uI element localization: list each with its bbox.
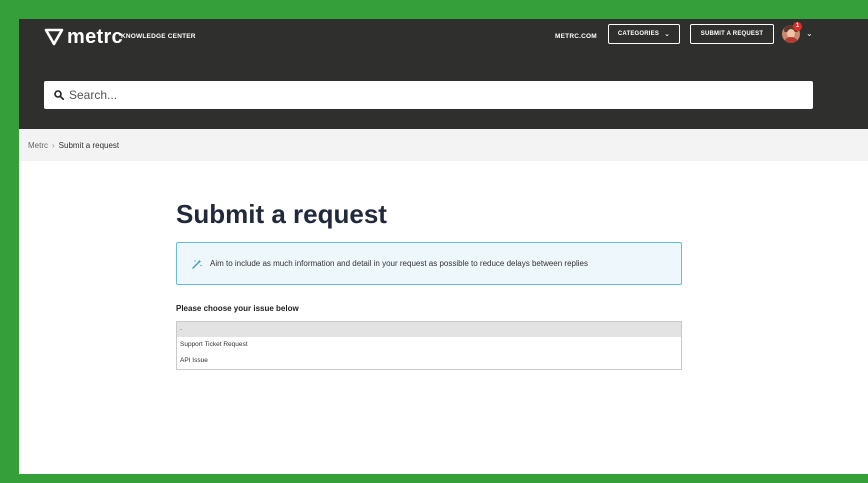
chevron-down-icon: ⌄	[664, 31, 671, 38]
search-icon	[54, 90, 64, 100]
magic-wand-icon	[192, 259, 202, 269]
page-title: Submit a request	[176, 199, 387, 229]
submit-request-label: SUBMIT A REQUEST	[700, 31, 764, 37]
breadcrumb-separator: ›	[52, 140, 55, 150]
submit-request-button[interactable]: SUBMIT A REQUEST	[690, 24, 774, 44]
issue-dropdown[interactable]: - Support Ticket Request API Issue	[176, 321, 682, 370]
metrc-logo-icon	[44, 28, 64, 46]
brand-name: metrc	[67, 25, 123, 48]
search-bar	[44, 81, 813, 109]
breadcrumb: Metrc › Submit a request	[19, 129, 868, 161]
info-notice: Aim to include as much information and d…	[176, 242, 682, 285]
site-header: metrc KNOWLEDGE CENTER METRC.COM CATEGOR…	[19, 19, 868, 129]
issue-select-label: Please choose your issue below	[176, 304, 299, 313]
user-menu-chevron-icon[interactable]: ⌄	[806, 29, 813, 38]
search-input[interactable]	[69, 88, 769, 102]
breadcrumb-current: Submit a request	[58, 140, 120, 150]
metrc-logo-link[interactable]: metrc	[44, 25, 123, 49]
page: metrc KNOWLEDGE CENTER METRC.COM CATEGOR…	[19, 19, 868, 474]
dropdown-option-placeholder[interactable]: -	[177, 322, 681, 337]
knowledge-center-label: KNOWLEDGE CENTER	[121, 33, 196, 40]
dropdown-option-support-ticket[interactable]: Support Ticket Request	[177, 337, 681, 353]
categories-label: CATEGORIES	[617, 31, 660, 37]
avatar-shirt	[783, 37, 799, 43]
metrc-com-link[interactable]: METRC.COM	[555, 33, 597, 40]
notification-badge: 1	[793, 22, 802, 31]
categories-button[interactable]: CATEGORIES ⌄	[608, 24, 680, 44]
breadcrumb-root-link[interactable]: Metrc	[28, 141, 48, 150]
dropdown-option-api-issue[interactable]: API Issue	[177, 353, 681, 369]
notice-text: Aim to include as much information and d…	[210, 259, 588, 268]
